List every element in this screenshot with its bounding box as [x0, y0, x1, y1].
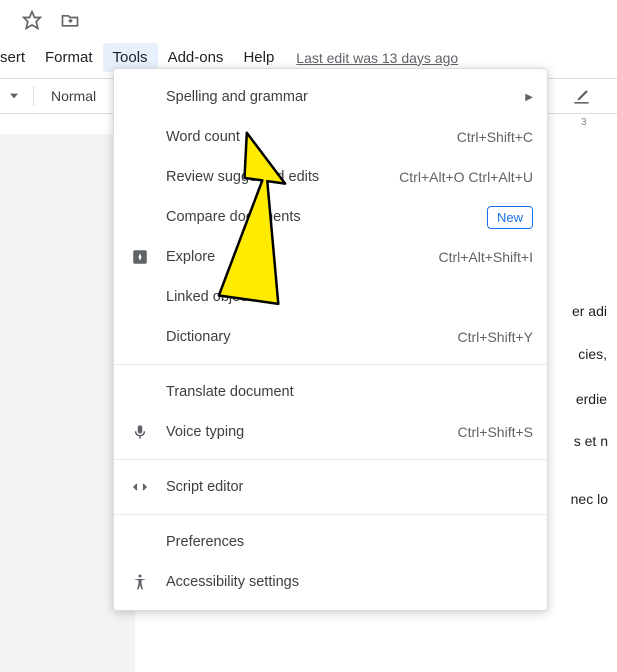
accessibility-icon — [126, 572, 154, 592]
edit-status-link[interactable]: Last edit was 13 days ago — [296, 50, 458, 66]
shortcut-text: Ctrl+Shift+S — [458, 424, 533, 440]
doc-text: s et n — [574, 430, 608, 452]
menu-explore[interactable]: Explore Ctrl+Alt+Shift+I — [114, 237, 547, 277]
shortcut-text: Ctrl+Alt+O Ctrl+Alt+U — [399, 169, 533, 185]
menu-translate[interactable]: Translate document — [114, 372, 547, 412]
menu-insert[interactable]: sert — [0, 43, 35, 72]
doc-text: cies, — [578, 343, 607, 365]
blank-icon — [126, 532, 154, 552]
menu-preferences[interactable]: Preferences — [114, 522, 547, 562]
toolbar-dropdown-1[interactable] — [4, 92, 24, 100]
menu-spelling-grammar[interactable]: Spelling and grammar ▶ — [114, 77, 547, 117]
menu-dictionary[interactable]: Dictionary Ctrl+Shift+Y — [114, 317, 547, 357]
menu-accessibility[interactable]: Accessibility settings — [114, 562, 547, 602]
star-icon[interactable] — [22, 10, 42, 35]
blank-icon — [126, 207, 154, 227]
menu-compare-documents[interactable]: Compare documents New — [114, 197, 547, 237]
submenu-arrow-icon: ▶ — [525, 92, 533, 103]
blank-icon — [126, 382, 154, 402]
paragraph-style-select[interactable]: Normal — [43, 88, 104, 104]
menu-separator — [114, 514, 547, 515]
shortcut-text: Ctrl+Alt+Shift+I — [438, 249, 533, 265]
menu-review-suggested[interactable]: Review suggested edits Ctrl+Alt+O Ctrl+A… — [114, 157, 547, 197]
tools-dropdown: Spelling and grammar ▶ Word count Ctrl+S… — [113, 68, 548, 611]
paint-format-icon[interactable] — [572, 87, 591, 111]
shortcut-text: Ctrl+Shift+Y — [458, 329, 533, 345]
shortcut-text: Ctrl+Shift+C — [457, 129, 533, 145]
doc-text: er adi — [572, 300, 607, 322]
menu-separator — [114, 364, 547, 365]
ruler: 3 — [581, 114, 617, 130]
menu-word-count[interactable]: Word count Ctrl+Shift+C — [114, 117, 547, 157]
menu-separator — [114, 459, 547, 460]
menu-linked-objects[interactable]: Linked objects — [114, 277, 547, 317]
menu-script-editor[interactable]: Script editor — [114, 467, 547, 507]
blank-icon — [126, 127, 154, 147]
explore-icon — [126, 247, 154, 267]
menu-format[interactable]: Format — [35, 43, 103, 72]
blank-icon — [126, 327, 154, 347]
blank-icon — [126, 167, 154, 187]
script-icon — [126, 477, 154, 497]
doc-text: nec lo — [571, 488, 608, 510]
ruler-tick: 3 — [581, 117, 617, 128]
doc-text: erdie — [576, 388, 607, 410]
microphone-icon — [126, 422, 154, 442]
blank-icon — [126, 287, 154, 307]
move-folder-icon[interactable] — [60, 10, 80, 35]
blank-icon — [126, 87, 154, 107]
new-badge: New — [487, 206, 533, 229]
menu-voice-typing[interactable]: Voice typing Ctrl+Shift+S — [114, 412, 547, 452]
